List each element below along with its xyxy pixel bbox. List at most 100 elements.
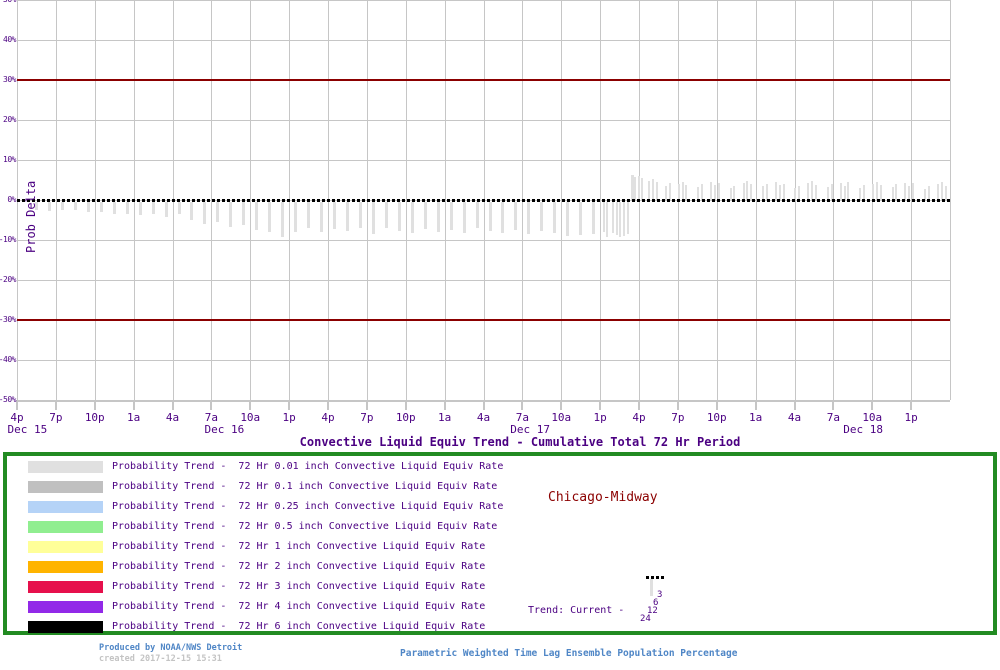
x-axis-tick (715, 400, 718, 410)
trend-bar (602, 202, 605, 232)
weather-trend-page: 50% 40% 30% 20% 10% 0% -10% -20% -30% -40% -50% 4p 7… (0, 0, 1000, 670)
x-axis-tick (599, 400, 602, 410)
legend-label: Probability Trend - 72 Hr 0.25 inch Conv… (112, 501, 504, 512)
trend-bar (229, 202, 233, 227)
trend-bar (826, 186, 829, 200)
trend-bar (86, 202, 90, 212)
gridline-horizontal (17, 280, 950, 281)
x-tick-label: 10p (84, 411, 105, 424)
trend-bar (255, 202, 259, 230)
trend-bar (358, 202, 362, 228)
trend-bar (651, 179, 654, 200)
trend-bar (410, 202, 414, 234)
threshold-reference-line (17, 79, 950, 81)
trend-bar (268, 202, 272, 232)
trend-bar (647, 180, 650, 200)
x-axis-tick (793, 400, 796, 410)
y-axis-title: Prob Delta (24, 180, 38, 254)
trend-bar (307, 202, 311, 228)
legend-row: Probability Trend - 72 Hr 0.1 inch Conve… (28, 480, 497, 494)
gridline-horizontal (17, 120, 950, 121)
legend-swatch (28, 461, 103, 473)
trend-bar (216, 202, 220, 222)
x-axis-tick (638, 400, 640, 410)
x-axis-tick (54, 400, 57, 410)
trend-current-label: Trend: Current - (528, 605, 625, 616)
trend-bar (294, 202, 298, 232)
gridline-horizontal (17, 240, 950, 241)
trend-bar (637, 176, 640, 200)
trend-bar (73, 202, 77, 211)
trend-bar (927, 186, 930, 200)
legend-swatch (28, 561, 103, 573)
trend-bar (623, 202, 626, 236)
legend-label: Probability Trend - 72 Hr 0.1 inch Conve… (112, 481, 498, 492)
legend-swatch (28, 581, 103, 593)
x-axis-tick (93, 400, 96, 410)
created-timestamp: created 2017-12-15 15:31 (99, 654, 222, 664)
trend-bar (843, 185, 846, 200)
trend-bar (397, 202, 401, 231)
trend-bar (151, 202, 155, 215)
y-tick-label: 50% (0, 0, 16, 5)
x-tick-label: 4a (787, 411, 802, 424)
gridline-vertical (950, 0, 951, 400)
x-axis-tick (16, 400, 18, 410)
x-tick-label: 7p (671, 411, 685, 424)
trend-bar (677, 184, 680, 200)
trend-bar (320, 202, 323, 232)
gridline-horizontal (17, 40, 950, 41)
trend-bar (579, 202, 583, 235)
y-tick-label: -40% (0, 355, 17, 364)
trend-bar (615, 202, 618, 235)
x-tick-label: 7p (49, 411, 63, 424)
trend-bar (449, 202, 453, 230)
trend-bar (436, 202, 440, 232)
trend-bar (112, 202, 116, 214)
x-tick-label: 1p (593, 411, 607, 424)
trend-bar (701, 184, 703, 200)
trend-bar (830, 184, 833, 200)
trend-bar (99, 202, 103, 212)
legend-swatch (28, 481, 103, 493)
x-axis-tick (327, 400, 329, 410)
trend-bar (664, 186, 667, 200)
produced-by-text: Produced by NOAA/NWS Detroit (99, 643, 243, 653)
y-tick-label: 10% (3, 155, 16, 164)
trend-bar (839, 183, 842, 200)
trend-bar (912, 183, 915, 200)
gridline-horizontal (17, 360, 950, 361)
trend-bar (501, 202, 505, 234)
trend-bar (514, 202, 518, 230)
trend-bar (566, 202, 570, 236)
trend-bar (371, 202, 375, 234)
x-axis-tick (171, 400, 174, 410)
x-tick-label: 1p (282, 411, 296, 424)
legend-swatch (28, 501, 103, 513)
gridline-horizontal (17, 160, 950, 161)
x-axis-tick (754, 400, 757, 410)
trend-bar (462, 202, 466, 234)
legend-swatch (28, 541, 103, 553)
gridline-horizontal (17, 0, 950, 1)
legend-row: Probability Trend - 72 Hr 6 inch Convect… (28, 620, 485, 634)
x-tick-label: 4a (476, 411, 491, 424)
trend-bar (872, 183, 874, 200)
trend-bar (798, 186, 801, 200)
y-tick-label: -20% (0, 275, 17, 284)
legend-swatch (28, 601, 103, 613)
trend-bar (333, 202, 336, 230)
trend-bar (177, 202, 181, 214)
trend-bar (774, 182, 777, 200)
x-axis-tick (210, 400, 213, 410)
threshold-reference-line (17, 319, 950, 321)
x-tick-label: 4p (321, 411, 335, 424)
x-axis-tick (443, 400, 446, 410)
trend-bar (746, 180, 749, 200)
x-tick-label: 7p (360, 411, 374, 424)
legend-row: Probability Trend - 72 Hr 4 inch Convect… (28, 600, 485, 614)
trend-current-line-icon (646, 576, 664, 579)
x-axis-tick (132, 400, 135, 410)
x-tick-label: 1a (438, 411, 452, 424)
x-axis-tick (288, 400, 291, 410)
